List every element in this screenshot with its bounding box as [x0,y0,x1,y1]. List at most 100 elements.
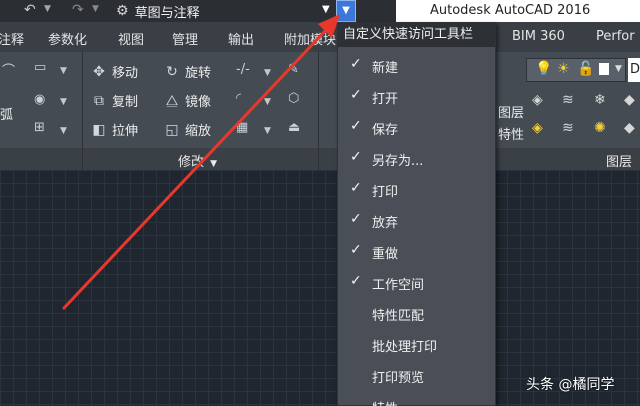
rectangle-icon[interactable]: ▭ [34,60,46,75]
redo-dropdown-icon[interactable]: ▼ [92,4,99,14]
menu-item-label: 保存 [372,123,399,138]
watermark: 头条 @橘同学 [526,377,615,393]
check-icon: ✓ [350,118,362,134]
layer-dropdown[interactable]: 💡 ☀ 🔓 ▼ [526,58,626,82]
layer-properties-label-top: 图层 [498,106,525,121]
menu-item-undo[interactable]: ✓ 放弃 [338,205,495,236]
tab-addins[interactable]: 附加模块 [284,29,336,48]
ribbon-panel-title-bar [0,148,640,170]
layer-properties-label-bottom: 特性 [498,128,525,143]
menu-item-new[interactable]: ✓ 新建 [338,50,495,81]
tab-view[interactable]: 视图 [118,29,144,48]
fillet-icon[interactable]: ◜ [236,91,241,106]
offset-icon[interactable]: ⏏ [288,120,300,135]
layers-panel-title[interactable]: 图层 [606,151,632,170]
modify-panel-title[interactable]: 修改 ▼ [178,151,217,170]
scale-button[interactable]: ◱ 缩放 [163,120,212,140]
menu-item-save[interactable]: ✓ 保存 [338,112,495,143]
tab-output[interactable]: 输出 [228,29,254,48]
ellipse-icon[interactable]: ◉ [34,92,45,107]
workspace-dropdown-icon[interactable]: ▼ [322,4,330,15]
sun-icon: ☀ [557,61,570,77]
trim-dropdown-icon[interactable]: ▼ [264,68,271,78]
array-dropdown-icon[interactable]: ▼ [264,126,271,136]
tab-bim360[interactable]: BIM 360 [512,29,565,44]
check-icon: ✓ [350,242,362,258]
rotate-button[interactable]: ↻ 旋转 [163,62,212,82]
arc-button[interactable]: 弧 [0,104,13,123]
layer-on-icon[interactable]: ◈ [532,120,543,136]
stretch-button[interactable]: ◧ 拉伸 [90,120,138,140]
layer-match-icon[interactable]: ≋ [562,120,574,136]
trim-icon[interactable]: -/- [236,62,250,77]
hatch-icon[interactable]: ⊞ [34,120,45,135]
check-icon: ✓ [350,87,362,103]
tab-manage[interactable]: 管理 [172,29,198,48]
menu-item-batch-plot[interactable]: 批处理打印 [338,329,495,360]
menu-item-match-properties[interactable]: 特性匹配 [338,298,495,329]
menu-item-open[interactable]: ✓ 打开 [338,81,495,112]
menu-item-label: 另存为... [372,154,424,169]
stretch-icon: ◧ [92,121,106,138]
layer-isolate-icon[interactable]: ≋ [562,92,574,108]
ribbon-tab-bar: 注释 参数化 视图 管理 输出 附加模块 BIM 360 Perfor [0,22,640,52]
copy-button[interactable]: ⧉ 复制 [90,91,139,111]
ellipse-dropdown-icon[interactable]: ▼ [60,97,67,107]
check-icon: ✓ [350,149,362,165]
copy-icon: ⧉ [94,92,104,109]
fillet-dropdown-icon[interactable]: ▼ [264,97,271,107]
move-button[interactable]: ✥ 移动 [90,62,138,82]
current-layer-field[interactable]: D [628,58,640,82]
customize-qat-menu: 自定义快速访问工具栏 ✓ 新建 ✓ 打开 ✓ 保存 ✓ 另存为... ✓ 打印 ✓ 放弃 ✓… [337,22,496,406]
menu-item-label: 特性匹配 [372,309,425,324]
workspace-name: 草图与注释 [134,5,200,21]
drawing-canvas[interactable] [0,170,640,406]
menu-header: 自定义快速访问工具栏 [338,23,495,47]
undo-dropdown-icon[interactable]: ▼ [44,4,51,14]
menu-item-plot[interactable]: ✓ 打印 [338,174,495,205]
menu-item-plot-preview[interactable]: 打印预览 [338,360,495,391]
scale-label: 缩放 [185,124,212,139]
redo-icon[interactable]: ↷ [72,2,84,18]
layer-properties-button-bottom[interactable]: 特性 [498,124,524,143]
layer-lock-icon[interactable]: ◆ [624,92,635,108]
check-icon: ✓ [350,273,362,289]
rectangle-dropdown-icon[interactable]: ▼ [60,66,67,76]
explode-icon[interactable]: ⬡ [288,91,299,106]
layer-off-icon[interactable]: ◈ [532,92,543,108]
tab-annotate[interactable]: 注释 [0,29,24,48]
gear-icon: ⚙ [116,3,129,19]
menu-item-properties[interactable]: 特性 [338,391,495,406]
mirror-label: 镜像 [185,95,212,110]
workspace-switcher[interactable]: ⚙ 草图与注释 ▼ [112,1,342,21]
modify-panel-title-text: 修改 [178,155,205,170]
undo-icon[interactable]: ↶ [24,2,36,18]
copy-label: 复制 [112,95,139,110]
hatch-dropdown-icon[interactable]: ▼ [60,126,67,136]
menu-item-label: 打开 [372,92,399,107]
check-icon: ✓ [350,211,362,227]
arc-label: 弧 [0,108,14,123]
title-bar: ↶ ▼ ↷ ▼ ⚙ 草图与注释 ▼ ▼ Autodesk AutoCAD 201… [0,0,640,22]
menu-item-workspace[interactable]: ✓ 工作空间 [338,267,495,298]
layer-properties-button[interactable]: 图层 [498,102,524,121]
mirror-button[interactable]: ⧋ 镜像 [163,91,212,111]
layer-unlock-icon[interactable]: ◆ [624,120,635,136]
menu-item-redo[interactable]: ✓ 重做 [338,236,495,267]
menu-item-label: 打印 [372,185,399,200]
layer-color-swatch [599,63,609,75]
layer-thaw-icon[interactable]: ✺ [594,120,606,136]
tab-parametric[interactable]: 参数化 [48,29,87,48]
polyline-icon[interactable]: ⌒ [2,60,15,79]
scale-icon: ◱ [165,121,179,138]
panel-divider [82,52,83,170]
rotate-icon: ↻ [166,63,178,80]
array-icon[interactable]: ▦ [236,120,248,135]
layer-freeze-icon[interactable]: ❄ [594,92,606,108]
customize-qat-button[interactable]: ▼ [336,0,356,22]
menu-item-save-as[interactable]: ✓ 另存为... [338,143,495,174]
tab-performance[interactable]: Perfor [596,29,635,44]
menu-item-label: 放弃 [372,216,399,231]
rotate-label: 旋转 [185,66,212,81]
erase-icon[interactable]: ✎ [288,62,299,77]
